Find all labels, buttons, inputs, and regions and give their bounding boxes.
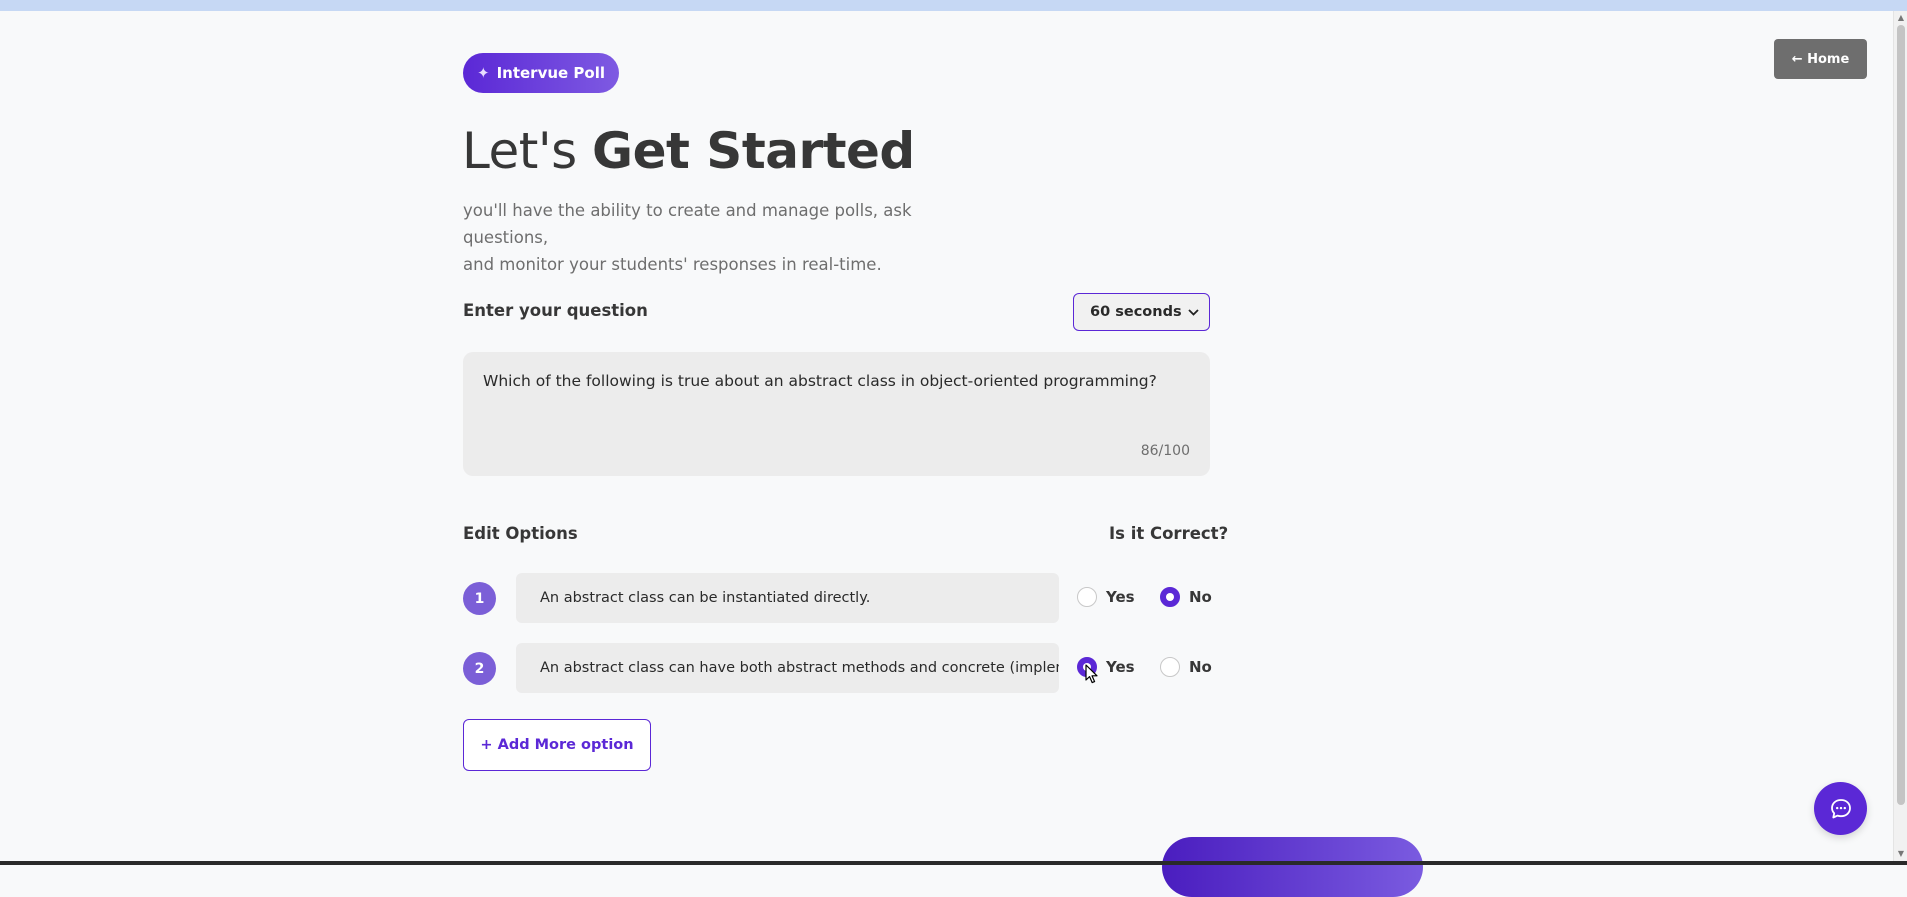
yes-radio[interactable]: [1077, 587, 1097, 607]
option-input[interactable]: An abstract class can have both abstract…: [516, 643, 1059, 693]
option-input[interactable]: An abstract class can be instantiated di…: [516, 573, 1059, 623]
yes-label: Yes: [1106, 588, 1135, 606]
brand-label: Intervue Poll: [496, 64, 605, 82]
chevron-down-icon: [1188, 308, 1199, 316]
option-number-badge: 2: [463, 652, 496, 685]
cursor-pointer-icon: [1085, 664, 1098, 684]
option-number-badge: 1: [463, 582, 496, 615]
is-correct-label: Is it Correct?: [1109, 524, 1229, 543]
no-label: No: [1189, 658, 1212, 676]
ask-question-button[interactable]: [1162, 837, 1423, 897]
question-textarea[interactable]: Which of the following is true about an …: [463, 352, 1210, 476]
chat-bubble-icon: [1830, 798, 1851, 818]
yes-radio-option[interactable]: Yes: [1077, 587, 1135, 607]
sparkle-icon: ✦: [476, 64, 490, 82]
timer-value: 60 seconds: [1090, 304, 1182, 320]
page-scrollbar[interactable]: ▲ ▼: [1893, 11, 1907, 861]
char-count: 86/100: [1140, 443, 1190, 459]
page-subtitle: you'll have the ability to create and ma…: [463, 197, 983, 278]
timer-select[interactable]: 60 seconds: [1073, 293, 1210, 331]
edit-options-label: Edit Options: [463, 524, 578, 543]
option-text: An abstract class can be instantiated di…: [540, 590, 871, 606]
no-radio[interactable]: [1160, 657, 1180, 677]
no-radio[interactable]: [1160, 587, 1180, 607]
option-text: An abstract class can have both abstract…: [540, 660, 1059, 676]
browser-bottom-strip: [0, 861, 1907, 865]
no-label: No: [1189, 588, 1212, 606]
no-radio-option[interactable]: No: [1160, 657, 1212, 677]
question-label: Enter your question: [463, 301, 648, 320]
home-button[interactable]: ← Home: [1774, 39, 1867, 79]
subtitle-line-1: you'll have the ability to create and ma…: [463, 201, 912, 247]
scroll-up-icon[interactable]: ▲: [1896, 13, 1906, 23]
scroll-down-icon[interactable]: ▼: [1896, 849, 1906, 859]
browser-top-strip: [0, 0, 1907, 11]
title-light: Let's: [462, 122, 577, 180]
title-bold: Get Started: [592, 122, 915, 180]
yes-label: Yes: [1106, 658, 1135, 676]
question-text: Which of the following is true about an …: [483, 372, 1157, 390]
page-title: Let's Get Started: [462, 122, 915, 180]
no-radio-option[interactable]: No: [1160, 587, 1212, 607]
subtitle-line-2: and monitor your students' responses in …: [463, 255, 882, 274]
scrollbar-thumb[interactable]: [1897, 25, 1905, 805]
brand-pill: ✦ Intervue Poll: [463, 53, 619, 93]
add-option-button[interactable]: + Add More option: [463, 719, 651, 771]
chat-button[interactable]: [1814, 782, 1867, 835]
option-row: 1 An abstract class can be instantiated …: [463, 573, 1212, 623]
